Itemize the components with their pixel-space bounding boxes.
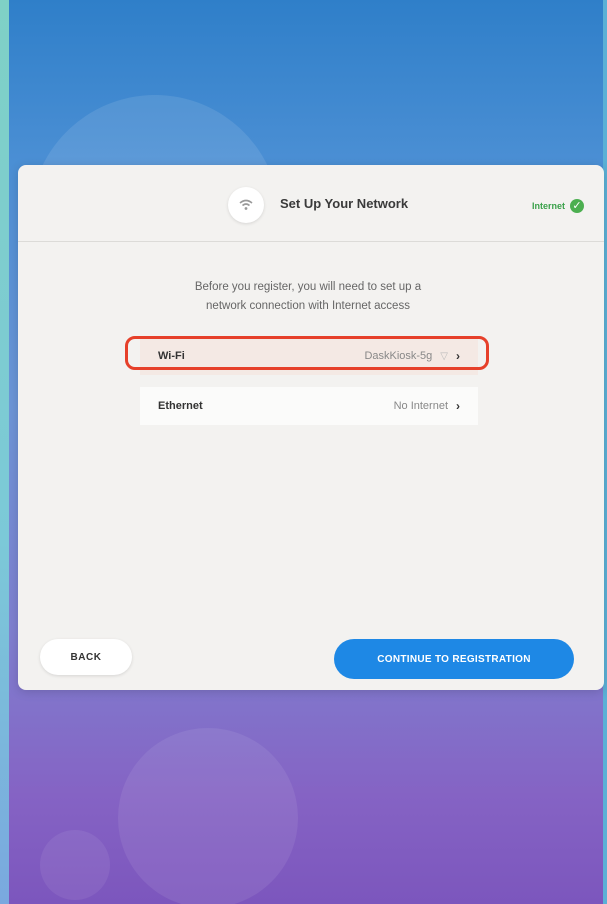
- wifi-highlight-outline: [125, 336, 489, 370]
- dialog-header: Set Up Your Network Internet ✓: [18, 165, 604, 242]
- device-frame-left: [0, 0, 9, 904]
- connected-check-icon: ✓: [570, 199, 584, 213]
- back-button[interactable]: BACK: [40, 639, 132, 675]
- internet-status-label: Internet: [531, 201, 565, 211]
- page-title: Set Up Your Network: [280, 196, 409, 211]
- network-option-ethernet[interactable]: Ethernet No Internet ›: [140, 387, 478, 425]
- network-option-label: Ethernet: [158, 400, 203, 412]
- network-option-value: No Internet: [393, 400, 448, 412]
- internet-status-indicator: Internet ✓: [532, 199, 584, 213]
- background-light-spot: [118, 728, 298, 904]
- kiosk-screen: Set Up Your Network Internet ✓ Before yo…: [0, 0, 607, 904]
- background-light-spot: [40, 830, 110, 900]
- chevron-right-icon: ›: [456, 399, 460, 413]
- instructions-line: network connection with Internet access: [206, 300, 410, 312]
- network-setup-dialog: Set Up Your Network Internet ✓ Before yo…: [18, 165, 604, 690]
- instructions-text: Before you register, you will need to se…: [118, 278, 498, 316]
- continue-to-registration-button[interactable]: CONTINUE TO REGISTRATION: [334, 639, 574, 679]
- instructions-line: Before you register, you will need to se…: [194, 281, 422, 293]
- wifi-icon: [228, 187, 264, 223]
